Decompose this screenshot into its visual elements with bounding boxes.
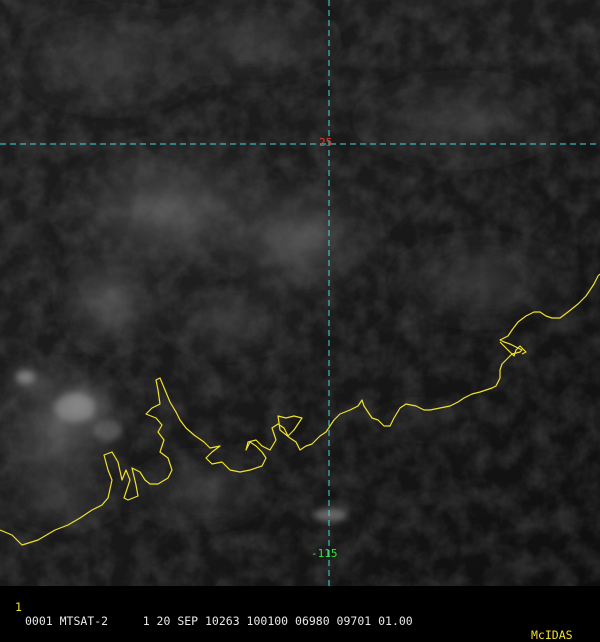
mcidas-brand-label: McIDAS [531, 628, 573, 642]
image-info-text: 0001 MTSAT-2 1 20 SEP 10263 100100 06980… [25, 614, 413, 628]
mcidas-status-bar: 1 0001 MTSAT-2 1 20 SEP 10263 100100 069… [0, 586, 600, 642]
frame-number[interactable]: 1 [15, 600, 22, 614]
latitude-label: 25 [319, 136, 333, 149]
satellite-image-viewer[interactable]: 25 -115 [0, 0, 600, 600]
satellite-map-canvas [0, 0, 600, 586]
longitude-label: -115 [311, 547, 338, 560]
